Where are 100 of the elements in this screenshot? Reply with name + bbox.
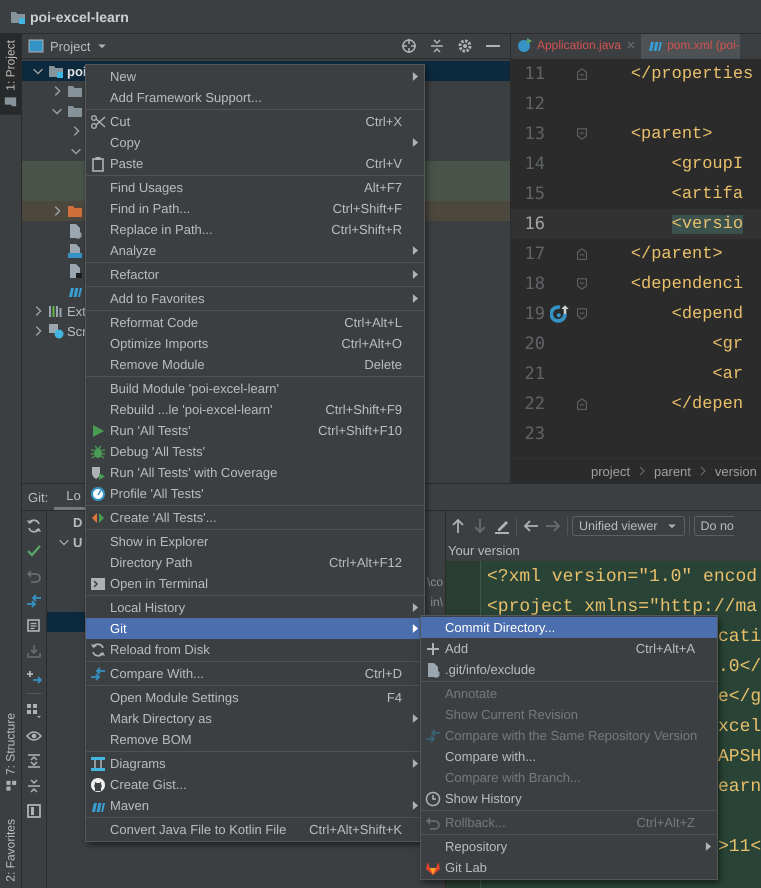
fold-marker-icon[interactable] bbox=[576, 397, 588, 411]
menu-item[interactable]: New bbox=[86, 66, 424, 87]
line-number: 17 bbox=[524, 244, 545, 264]
menu-item[interactable]: Repository bbox=[421, 836, 717, 857]
submenu-arrow-icon bbox=[412, 713, 419, 724]
menu-item[interactable]: Open in Terminal bbox=[86, 573, 424, 594]
code-text: >11< bbox=[718, 837, 761, 857]
menu-item[interactable]: Find in Path... Ctrl+Shift+F bbox=[86, 198, 424, 219]
menu-item[interactable]: Debug 'All Tests' bbox=[86, 441, 424, 462]
menu-item[interactable]: Local History bbox=[86, 597, 424, 618]
menu-item[interactable]: Compare With... Ctrl+D bbox=[86, 663, 424, 684]
panel-icon bbox=[28, 38, 44, 54]
toolbar-button[interactable]: Do no bbox=[694, 516, 734, 536]
menu-item[interactable]: Build Module 'poi-excel-learn' bbox=[86, 378, 424, 399]
menu-item[interactable]: Commit Directory... bbox=[421, 617, 717, 638]
menu-item[interactable]: Add Ctrl+Alt+A bbox=[421, 638, 717, 659]
submenu-arrow-icon bbox=[412, 602, 419, 613]
menu-item[interactable]: Mark Directory as bbox=[86, 708, 424, 729]
fold-marker-icon[interactable] bbox=[576, 127, 588, 141]
fox-logo-icon bbox=[425, 860, 441, 876]
scissors-icon bbox=[90, 114, 106, 130]
line-number: 20 bbox=[524, 334, 545, 354]
menu-item[interactable]: .git/info/exclude bbox=[421, 659, 717, 680]
line-number: 23 bbox=[524, 424, 545, 444]
breadcrumb-item[interactable]: parent bbox=[654, 464, 691, 478]
menu-item[interactable]: Replace in Path... Ctrl+Shift+R bbox=[86, 219, 424, 240]
menu-item[interactable]: Profile 'All Tests' bbox=[86, 483, 424, 504]
folder-icon bbox=[67, 103, 83, 119]
clock-icon bbox=[425, 790, 441, 806]
fold-marker-icon[interactable] bbox=[576, 277, 588, 291]
code-text: cati bbox=[718, 627, 761, 647]
menu-item[interactable]: Cut Ctrl+X bbox=[86, 111, 424, 132]
line-number: 19 bbox=[524, 304, 545, 324]
override-icon bbox=[550, 304, 570, 324]
breadcrumb-item[interactable]: version bbox=[714, 464, 757, 478]
menu-item[interactable]: Copy bbox=[86, 132, 424, 153]
tree-item-label[interactable]: Ext bbox=[67, 304, 86, 318]
viewer-dropdown[interactable]: Unified viewer bbox=[572, 516, 685, 536]
menu-item[interactable]: Remove Module Delete bbox=[86, 354, 424, 375]
menu-item[interactable]: Refactor bbox=[86, 264, 424, 285]
code-text: <?xml version="1.0" encod bbox=[487, 567, 758, 587]
menu-item[interactable]: Run 'All Tests' with Coverage bbox=[86, 462, 424, 483]
menu-item[interactable]: Remove BOM bbox=[86, 729, 424, 750]
breadcrumb-item[interactable]: project bbox=[591, 464, 630, 478]
submenu-arrow-icon bbox=[412, 269, 419, 280]
menu-item[interactable]: Reformat Code Ctrl+Alt+L bbox=[86, 312, 424, 333]
close-icon[interactable] bbox=[625, 39, 638, 51]
fold-marker-icon[interactable] bbox=[576, 307, 588, 321]
change-item-label[interactable]: D bbox=[73, 514, 82, 530]
menu-item[interactable]: Show History bbox=[421, 788, 717, 809]
gauge-icon bbox=[90, 486, 106, 502]
line-number: 21 bbox=[524, 364, 545, 384]
class-icon bbox=[517, 37, 533, 53]
menu-item[interactable]: Find Usages Alt+F7 bbox=[86, 177, 424, 198]
menu-item[interactable]: Create 'All Tests'... bbox=[86, 507, 424, 528]
menu-item[interactable]: Diagrams bbox=[86, 753, 424, 774]
fold-marker-icon[interactable] bbox=[576, 247, 588, 261]
markdown-file-icon bbox=[67, 243, 83, 259]
code-text: earn bbox=[718, 777, 761, 797]
compare-icon bbox=[90, 666, 106, 682]
menu-item[interactable]: Show in Explorer bbox=[86, 531, 424, 552]
terminal-icon bbox=[90, 576, 106, 592]
settings-icon bbox=[457, 38, 473, 54]
file-path: \co bbox=[426, 575, 444, 589]
menu-item[interactable]: Directory Path Ctrl+Alt+F12 bbox=[86, 552, 424, 573]
line-number: 22 bbox=[524, 394, 545, 414]
code-text: <versio bbox=[672, 214, 744, 234]
fold-marker-icon[interactable] bbox=[576, 67, 588, 81]
menu-item[interactable]: Open Module Settings F4 bbox=[86, 687, 424, 708]
menu-item[interactable]: Maven bbox=[86, 795, 424, 816]
menu-item[interactable]: Add to Favorites bbox=[86, 288, 424, 309]
structure-icon bbox=[4, 780, 17, 794]
menu-item[interactable]: Reload from Disk bbox=[86, 639, 424, 660]
menu-item[interactable]: Run 'All Tests' Ctrl+Shift+F10 bbox=[86, 420, 424, 441]
menu-item[interactable]: Rebuild ...le 'poi-excel-learn' Ctrl+Shift+F9 bbox=[86, 399, 424, 420]
tool-window-tab[interactable]: 7: Structure bbox=[0, 707, 21, 800]
menu-item[interactable]: Compare with... bbox=[421, 746, 717, 767]
crosshair-icon bbox=[401, 38, 417, 54]
tool-window-tab[interactable]: 1: Project bbox=[0, 34, 21, 115]
tool-window-tab[interactable]: 2: Favorites bbox=[0, 813, 21, 888]
menu-item[interactable]: Optimize Imports Ctrl+Alt+O bbox=[86, 333, 424, 354]
change-item-label[interactable]: U bbox=[73, 534, 82, 550]
menu-item[interactable]: Paste Ctrl+V bbox=[86, 153, 424, 174]
tree-item-label[interactable]: Scr bbox=[67, 324, 86, 338]
menu-item[interactable]: Convert Java File to Kotlin File Ctrl+Alt+Shift+K bbox=[86, 819, 424, 840]
menu-item[interactable]: Create Gist... bbox=[86, 774, 424, 795]
code-text: APSH bbox=[718, 747, 761, 767]
bug-icon bbox=[90, 444, 106, 460]
menu-item[interactable]: Analyze bbox=[86, 240, 424, 261]
file-icon bbox=[425, 662, 441, 678]
minimize-icon bbox=[486, 45, 500, 47]
code-text: xcel bbox=[718, 717, 761, 737]
menu-item[interactable]: Git Lab bbox=[421, 857, 717, 878]
diagram-icon bbox=[90, 756, 106, 772]
submenu-arrow-icon bbox=[705, 841, 712, 852]
folder-icon bbox=[48, 63, 64, 79]
scratch-file-icon bbox=[48, 323, 64, 339]
view-dropdown[interactable]: Project bbox=[28, 38, 108, 54]
menu-item[interactable]: Add Framework Support... bbox=[86, 87, 424, 108]
shield-play-icon bbox=[90, 464, 106, 480]
